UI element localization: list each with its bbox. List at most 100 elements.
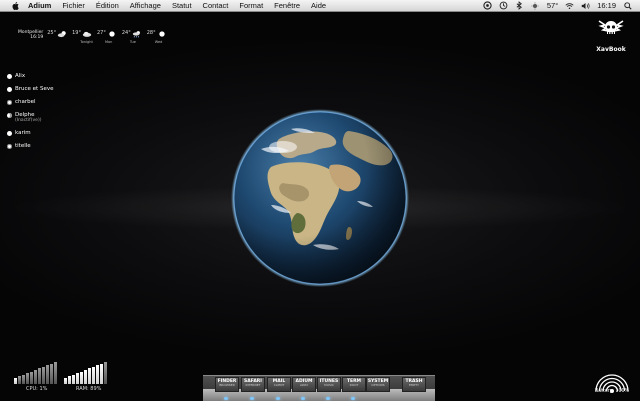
dock-item-finder[interactable]: FINDER BROWSER xyxy=(215,377,239,392)
battery-widget: Battery: 100% xyxy=(592,367,632,397)
dock-item-system-preferences[interactable]: SYSTEM OPTIONS xyxy=(366,377,390,392)
apple-menu-icon[interactable] xyxy=(12,1,20,10)
buddy-name: Bruce et Seve xyxy=(15,86,53,92)
buddy-list: Alix Bruce et Seve charbel Delphe (Inact… xyxy=(7,73,97,156)
weather-day-temp: 27° xyxy=(97,30,106,36)
weather-day-temp: 25° xyxy=(47,30,56,36)
dock-item-sub: INTERNET xyxy=(242,384,264,388)
buddy-item[interactable]: Alix xyxy=(7,73,97,79)
xavbook-logo: XavBook xyxy=(594,17,628,53)
meter-bar xyxy=(104,362,107,384)
meter-bar xyxy=(26,373,29,384)
spotlight-icon[interactable] xyxy=(623,1,632,10)
meter-bar xyxy=(64,378,67,384)
meter-bar xyxy=(100,364,103,384)
status-online-icon xyxy=(7,131,12,136)
buddy-item[interactable]: karim xyxy=(7,130,97,136)
earth-globe-image xyxy=(231,109,409,287)
menu-extras: 57° 16:19 xyxy=(483,0,632,11)
sun-icon xyxy=(157,30,167,38)
bluetooth-icon[interactable] xyxy=(515,1,524,10)
weather-widget[interactable]: Montpellier 16:19 25° 19° Tonight 27° Mo… xyxy=(18,30,172,50)
weather-day-label: Tue xyxy=(130,40,136,44)
cpu-label: CPU: 1% xyxy=(26,386,47,392)
status-idle-icon xyxy=(7,144,12,149)
menu-statut[interactable]: Statut xyxy=(172,0,192,11)
meter-bar xyxy=(50,364,53,384)
buddy-name: charbel xyxy=(15,99,36,105)
buddy-item[interactable]: charbel xyxy=(7,99,97,105)
ram-meter-widget: RAM: 89% xyxy=(64,360,112,396)
meter-bar xyxy=(92,367,95,384)
meter-bar xyxy=(30,372,33,384)
menu-contact[interactable]: Contact xyxy=(203,0,229,11)
menu-aide[interactable]: Aide xyxy=(311,0,326,11)
dock-item-sub: MUSIC xyxy=(318,384,340,388)
dock-item-sub: BROWSER xyxy=(216,384,238,388)
status-idle-icon xyxy=(7,100,12,105)
buddy-item[interactable]: Delphe (Inactif(ve)) xyxy=(7,112,97,123)
weather-day: 27° Mon xyxy=(97,30,117,46)
time-machine-icon[interactable] xyxy=(499,1,508,10)
dock-item-sub: OPTIONS xyxy=(367,384,389,388)
menu-app-adium[interactable]: Adium xyxy=(28,0,51,11)
dock-item-mail[interactable]: MAIL CLIENT xyxy=(267,377,291,392)
dock-item-sub: ROOT xyxy=(343,384,365,388)
ram-bars xyxy=(64,360,110,384)
meter-bar xyxy=(80,372,83,384)
logo-text: XavBook xyxy=(594,46,628,53)
menu-bar: Adium Fichier Édition Affichage Statut C… xyxy=(0,0,640,12)
meter-bar xyxy=(42,367,45,384)
adium-duck-icon[interactable] xyxy=(483,1,492,10)
menubar-clock[interactable]: 16:19 xyxy=(597,1,616,10)
meter-bar xyxy=(46,365,49,384)
sun-icon xyxy=(107,30,117,38)
weather-day-label: Tonight xyxy=(80,40,93,44)
buddy-item[interactable]: Bruce et Seve xyxy=(7,86,97,92)
buddy-status: (Inactif(ve)) xyxy=(15,118,41,123)
dock-item-terminal[interactable]: TERM ROOT xyxy=(342,377,366,392)
menu-fichier[interactable]: Fichier xyxy=(62,0,85,11)
weather-location: Montpellier 16:19 xyxy=(18,30,43,40)
buddy-name: karim xyxy=(15,130,31,136)
volume-icon[interactable] xyxy=(581,1,590,10)
status-away-icon xyxy=(7,113,12,118)
weather-day: 19° Tonight xyxy=(72,30,92,46)
menu-edition[interactable]: Édition xyxy=(96,0,119,11)
meter-bar xyxy=(34,370,37,384)
status-online-icon xyxy=(7,87,12,92)
battery-label: Battery: 100% xyxy=(592,389,632,394)
menu-affichage[interactable]: Affichage xyxy=(130,0,161,11)
weather-day-temp: 28° xyxy=(147,30,156,36)
weather-day-label: Wed xyxy=(155,40,163,44)
dock: FINDER BROWSER SAFARI INTERNET MAIL CLIE… xyxy=(203,375,435,401)
skull-wings-icon xyxy=(598,17,624,41)
buddy-item[interactable]: titelle xyxy=(7,143,97,149)
menubar-temperature[interactable]: 57° xyxy=(547,1,558,10)
cloud-icon xyxy=(82,30,92,38)
rain-icon xyxy=(132,30,142,38)
dock-item-sub: AWAY xyxy=(293,384,315,388)
menu-fenetre[interactable]: Fenêtre xyxy=(274,0,300,11)
dock-item-trash[interactable]: TRASH EMPTY xyxy=(402,377,426,392)
menu-format[interactable]: Format xyxy=(239,0,263,11)
meter-bar xyxy=(84,370,87,384)
status-online-icon xyxy=(7,74,12,79)
dock-item-itunes[interactable]: ITUNES MUSIC xyxy=(317,377,341,392)
dock-item-adium[interactable]: ADIUM AWAY xyxy=(292,377,316,392)
meter-bar xyxy=(72,375,75,384)
weather-time: 16:19 xyxy=(18,35,43,40)
dock-item-safari[interactable]: SAFARI INTERNET xyxy=(241,377,265,392)
weather-day: 28° Wed xyxy=(147,30,167,46)
weather-temp-icon[interactable] xyxy=(531,1,540,10)
meter-bar xyxy=(18,376,21,384)
buddy-name: titelle xyxy=(15,143,31,149)
cpu-bars xyxy=(14,360,60,384)
meter-bar xyxy=(68,376,71,384)
meter-bar xyxy=(38,368,41,384)
wifi-icon[interactable] xyxy=(565,1,574,10)
weather-day-label: Mon xyxy=(105,40,112,44)
buddy-name: Alix xyxy=(15,73,25,79)
dock-item-sub: EMPTY xyxy=(403,384,425,388)
ram-label: RAM: 89% xyxy=(76,386,101,392)
